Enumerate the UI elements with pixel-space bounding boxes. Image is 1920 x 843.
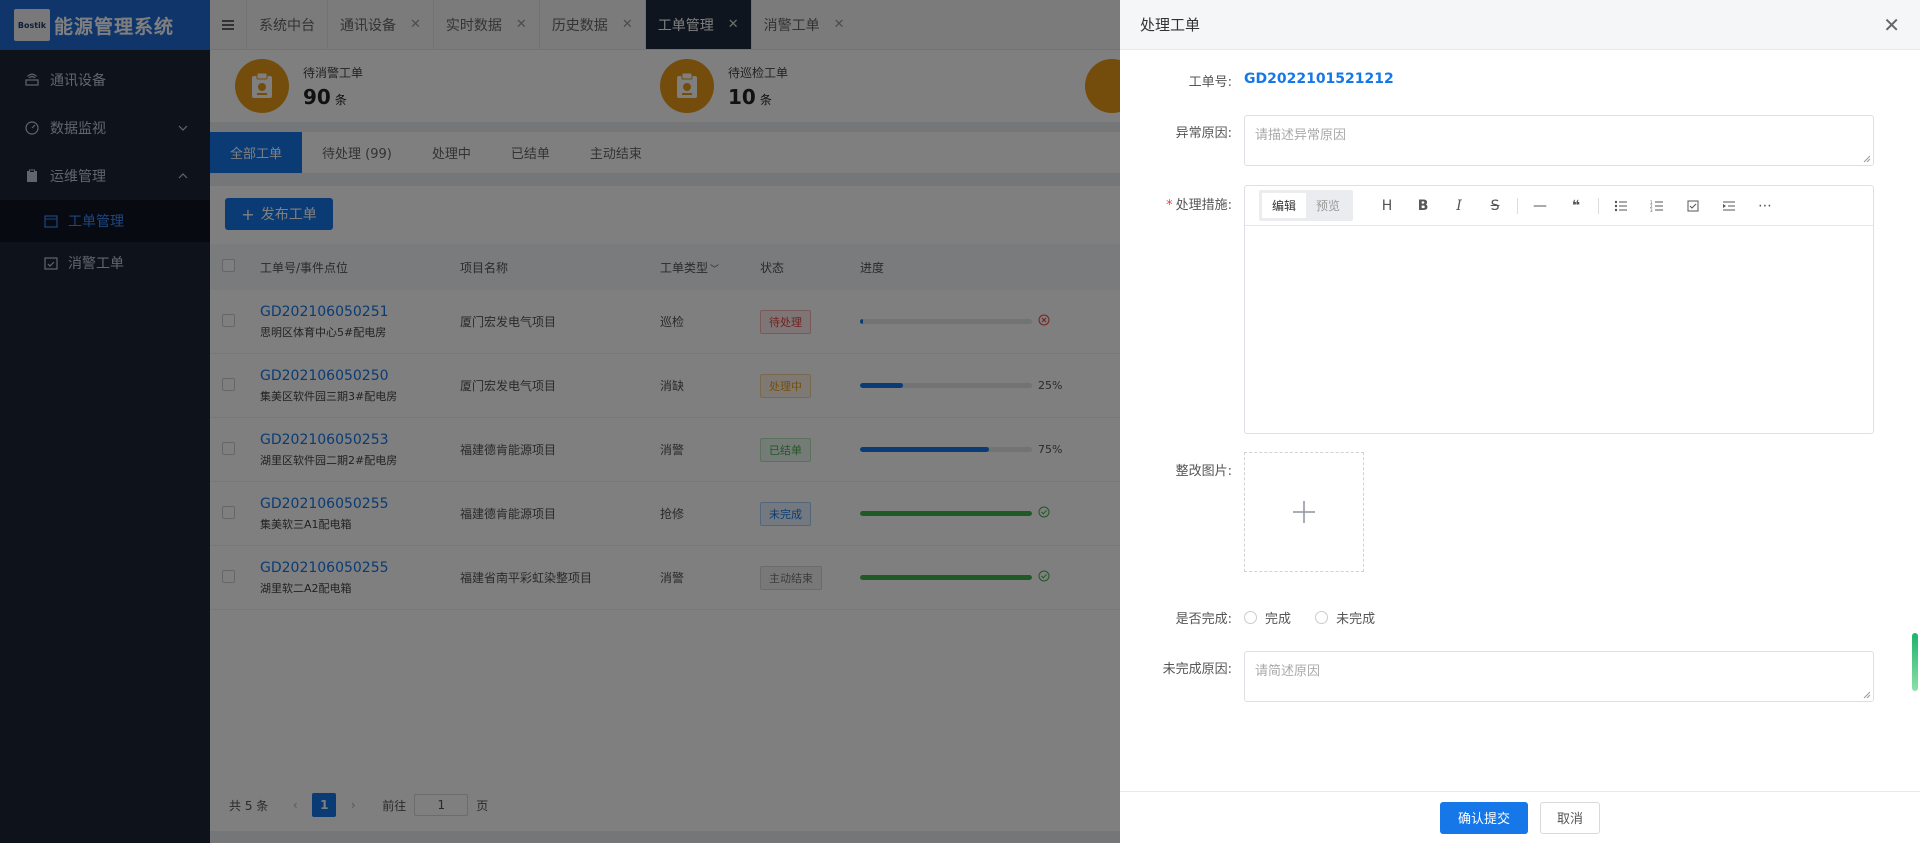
image-upload[interactable] [1244, 452, 1364, 572]
close-icon[interactable]: ✕ [1883, 15, 1900, 35]
toolbar-divider [1598, 197, 1600, 214]
process-work-order-drawer: 处理工单 ✕ 工单号: GD2022101521212 异常原因: 请描述异常原… [1120, 0, 1920, 843]
measure-label-text: 处理措施: [1175, 198, 1232, 213]
form-row-complete: 是否完成: 完成 未完成 [1120, 608, 1395, 628]
form-row-measure: * 处理措施: 编辑 预览 H B I S — ❝ 12 3 ⋯ [1120, 185, 1874, 434]
markdown-editor[interactable]: 编辑 预览 H B I S — ❝ 123 ⋯ [1244, 185, 1874, 434]
heading-icon[interactable]: H [1369, 198, 1405, 214]
strikethrough-icon[interactable]: S [1477, 198, 1513, 214]
italic-icon[interactable]: I [1441, 198, 1477, 214]
bullet-list-icon[interactable] [1603, 200, 1639, 212]
wo-no-label: 工单号: [1188, 75, 1232, 90]
editor-toolbar: 编辑 预览 H B I S — ❝ 123 ⋯ [1245, 186, 1873, 226]
form-row-reason: 异常原因: 请描述异常原因 [1120, 115, 1874, 166]
radio-label: 未完成 [1336, 612, 1376, 627]
reason-textarea[interactable]: 请描述异常原因 [1244, 115, 1874, 166]
editor-tab-edit[interactable]: 编辑 [1262, 193, 1307, 218]
radio-complete[interactable]: 完成 [1244, 608, 1291, 627]
scrollbar-thumb[interactable] [1912, 633, 1918, 691]
more-icon[interactable]: ⋯ [1747, 198, 1783, 214]
form-row-unfinished: 未完成原因: 请简述原因 [1120, 651, 1874, 702]
radio-label: 完成 [1265, 612, 1292, 627]
reason-label: 异常原因: [1175, 126, 1232, 141]
radio-incomplete[interactable]: 未完成 [1315, 608, 1375, 627]
submit-button[interactable]: 确认提交 [1440, 801, 1528, 834]
resize-handle-icon[interactable] [1863, 691, 1871, 699]
unfinished-placeholder: 请简述原因 [1255, 664, 1321, 679]
bold-icon[interactable]: B [1405, 198, 1441, 214]
drawer-header: 处理工单 ✕ [1120, 0, 1920, 50]
form-row-images: 整改图片: [1120, 452, 1364, 572]
toolbar-divider [1517, 197, 1519, 214]
task-list-icon[interactable] [1675, 200, 1711, 212]
required-mark: * [1166, 198, 1173, 213]
measure-label: * 处理措施: [1120, 185, 1244, 434]
form-row-wo-no: 工单号: GD2022101521212 [1120, 71, 1394, 90]
reason-placeholder: 请描述异常原因 [1255, 128, 1347, 143]
resize-handle-icon[interactable] [1863, 155, 1871, 163]
drawer-title: 处理工单 [1140, 16, 1201, 34]
drawer-footer: 确认提交 取消 [1120, 791, 1920, 843]
editor-mode-tabs: 编辑 预览 [1259, 190, 1354, 221]
svg-text:3: 3 [1650, 208, 1653, 212]
quote-icon[interactable]: ❝ [1558, 198, 1594, 214]
radio-circle [1315, 611, 1329, 624]
complete-label: 是否完成: [1175, 612, 1232, 627]
radio-circle [1244, 611, 1257, 624]
wo-no-value: GD2022101521212 [1244, 71, 1394, 87]
complete-radio-group: 完成 未完成 [1244, 608, 1395, 628]
plus-icon [1293, 501, 1315, 523]
editor-tab-preview[interactable]: 预览 [1306, 193, 1350, 218]
unfinished-label: 未完成原因: [1162, 662, 1232, 677]
indent-icon[interactable] [1711, 200, 1747, 212]
image-label: 整改图片: [1175, 464, 1232, 479]
horizontal-rule-icon[interactable]: — [1522, 198, 1558, 214]
unfinished-reason-textarea[interactable]: 请简述原因 [1244, 651, 1874, 702]
cancel-button[interactable]: 取消 [1540, 801, 1600, 834]
numbered-list-icon[interactable]: 123 [1639, 200, 1675, 212]
